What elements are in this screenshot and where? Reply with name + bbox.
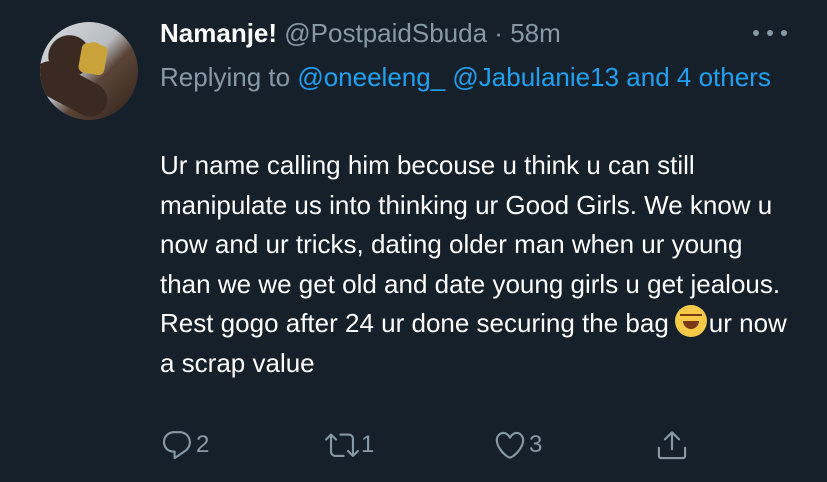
heart-icon bbox=[495, 431, 525, 459]
retweet-button[interactable]: 1 bbox=[325, 428, 374, 462]
share-icon bbox=[657, 431, 687, 460]
mention-others[interactable]: and 4 others bbox=[626, 62, 771, 92]
retweet-icon bbox=[325, 433, 359, 457]
share-button[interactable] bbox=[655, 428, 689, 462]
more-options-icon[interactable] bbox=[753, 22, 787, 44]
replying-to-label: Replying to bbox=[160, 62, 291, 92]
handle[interactable]: @PostpaidSbuda bbox=[284, 18, 487, 48]
timestamp[interactable]: 58m bbox=[510, 18, 561, 48]
separator: · bbox=[494, 18, 503, 48]
tweet-actions: 2 1 3 bbox=[160, 428, 700, 462]
tweet-header: Namanje! @PostpaidSbuda · 58m bbox=[160, 16, 740, 50]
reply-count: 2 bbox=[196, 431, 210, 458]
like-button[interactable]: 3 bbox=[493, 428, 542, 462]
reply-button[interactable]: 2 bbox=[160, 428, 209, 462]
mention-jabulanie13[interactable]: @Jabulanie13 bbox=[452, 62, 619, 92]
display-name[interactable]: Namanje! bbox=[160, 18, 277, 48]
tweet-text: Ur name calling him becouse u think u ca… bbox=[160, 146, 800, 383]
rolling-on-floor-laughing-emoji-icon bbox=[674, 305, 707, 337]
avatar[interactable] bbox=[40, 22, 138, 120]
like-count: 3 bbox=[529, 431, 543, 458]
replying-to: Replying to @oneeleng_ @Jabulanie13 and … bbox=[160, 56, 800, 98]
reply-icon bbox=[162, 431, 191, 460]
mention-oneeleng[interactable]: @oneeleng_ bbox=[297, 62, 445, 92]
avatar-watch bbox=[77, 41, 109, 77]
retweet-count: 1 bbox=[361, 431, 375, 458]
